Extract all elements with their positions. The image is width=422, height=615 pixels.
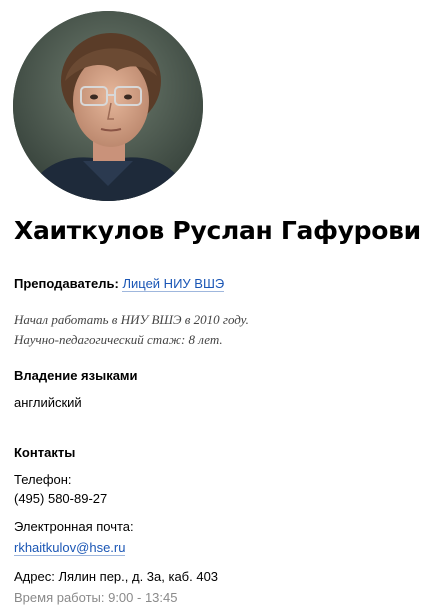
person-name: Хаиткулов Руслан Гафурович [14, 216, 422, 245]
working-hours: Время работы: 9:00 - 13:45 [14, 590, 178, 605]
role-link[interactable]: Лицей НИУ ВШЭ [122, 276, 225, 292]
phone-value: (495) 580-89-27 [14, 491, 108, 506]
role-label: Преподаватель: [14, 276, 119, 291]
bio: Начал работать в НИУ ВШЭ в 2010 году. На… [14, 310, 249, 350]
profile-photo [13, 11, 203, 201]
contacts-title: Контакты [14, 445, 76, 460]
bio-line: Научно-педагогический стаж: 8 лет. [14, 332, 223, 347]
bio-line: Начал работать в НИУ ВШЭ в 2010 году. [14, 312, 249, 327]
languages-title: Владение языками [14, 368, 138, 383]
profile-page: Хаиткулов Руслан Гафурович Преподаватель… [0, 0, 422, 615]
email-line: rkhaitkulov@hse.ru [14, 539, 126, 557]
phone-label: Телефон: [14, 472, 72, 487]
address: Адрес: Лялин пер., д. 3а, каб. 403 [14, 569, 219, 584]
email-label: Электронная почта: [14, 519, 134, 534]
languages-value: английский [14, 395, 82, 410]
portrait-image [13, 11, 203, 201]
email-link[interactable]: rkhaitkulov@hse.ru [14, 540, 126, 556]
role-line: Преподаватель: Лицей НИУ ВШЭ [14, 275, 225, 293]
